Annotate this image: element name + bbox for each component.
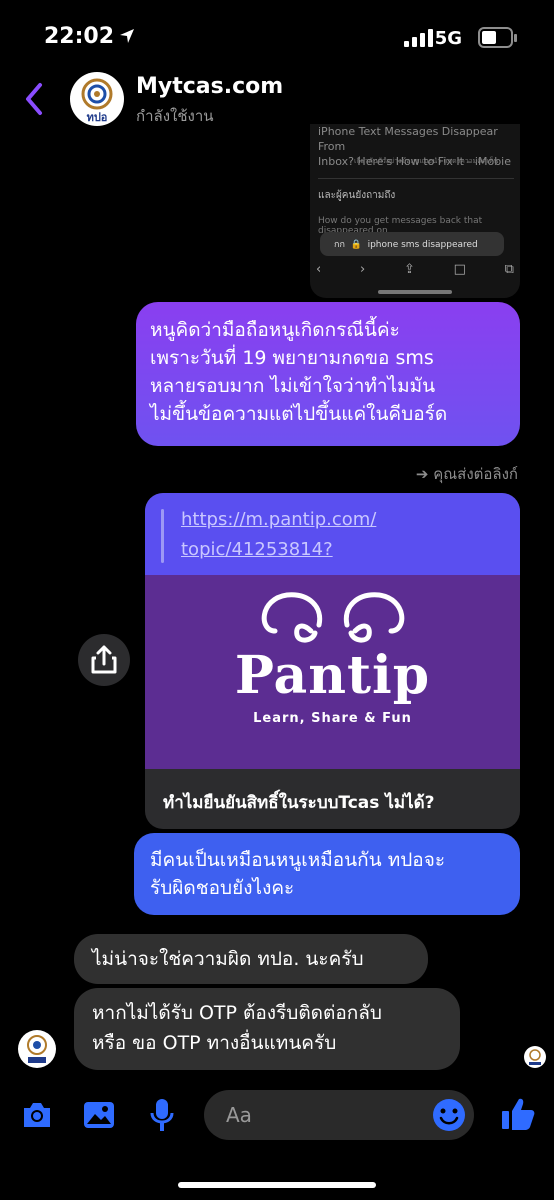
battery-icon xyxy=(478,27,517,48)
conversation-title[interactable]: Mytcas.com xyxy=(136,74,283,99)
mic-icon[interactable] xyxy=(148,1097,176,1133)
avatar-text: ทปอ xyxy=(86,111,108,124)
share-icon xyxy=(91,645,117,674)
link-title: ทำไมยืนยันสิทธิ์ในระบบTcas ไม่ได้? xyxy=(163,793,435,813)
seal-logo xyxy=(529,1049,541,1065)
message-line: เพราะวันที่ 19 พยายามกดขอ sms xyxy=(150,347,434,369)
address-prefix: กก xyxy=(334,240,345,250)
message-line: ไม่น่าจะใช่ความผิด ทปอ. นะครับ xyxy=(92,948,364,970)
message-line: หนูคิดว่ามือถือหนูเกิดกรณีนี้ค่ะ xyxy=(150,319,400,341)
home-indicator xyxy=(378,290,452,294)
avatar[interactable]: ทปอ xyxy=(70,72,124,126)
message-line: รับผิดชอบยังไงคะ xyxy=(150,877,295,899)
lock-icon: 🔒 xyxy=(347,240,365,250)
seen-avatar xyxy=(524,1046,546,1068)
message-line: มีคนเป็นเหมือนหนูเหมือนกัน ทปอจะ xyxy=(150,849,446,871)
emoji-icon[interactable] xyxy=(432,1098,466,1132)
link-url[interactable]: https://m.pantip.com/ topic/41253814? xyxy=(181,505,376,565)
quote-bar xyxy=(161,509,164,563)
divider xyxy=(318,178,514,179)
message-line: หรือ ขอ OTP ทางอื่นแทนครับ xyxy=(92,1032,337,1054)
forward-icon: › xyxy=(359,262,366,277)
message-line: หากไม่ได้รับ OTP ต้องรีบติดต่อกลับ xyxy=(92,1002,382,1024)
screenshot-section: และผู้คนยังถามถึง xyxy=(318,190,396,201)
message-placeholder: Aa xyxy=(226,1103,252,1127)
screenshot-meta: เกี่ยวกับตัวอย่างข้อมูลแนะนำ แสดงความคิด… xyxy=(354,157,499,165)
signal-icon xyxy=(404,29,433,47)
address-text: iphone sms disappeared xyxy=(367,240,478,250)
brand-tagline: Learn, Share & Fun xyxy=(253,711,412,726)
seal-logo xyxy=(27,1035,47,1063)
screenshot-address-bar: กก 🔒 iphone sms disappeared xyxy=(320,232,504,256)
thumbs-up-icon[interactable] xyxy=(500,1096,536,1132)
back-icon: ‹ xyxy=(316,262,322,277)
home-indicator xyxy=(178,1182,376,1188)
active-status: กำลังใช้งาน xyxy=(136,107,214,125)
link-preview-image: Pantip Learn, Share & Fun xyxy=(145,575,520,769)
back-chevron-icon[interactable] xyxy=(24,82,44,116)
forward-arrow-icon: ➔ xyxy=(415,465,429,483)
share-icon: ⇪ xyxy=(403,262,415,277)
screenshot-toolbar: ‹ › ⇪ □ ⧉ xyxy=(316,262,514,277)
shared-screenshot[interactable]: iPhone Text Messages Disappear From Inbo… xyxy=(310,124,520,298)
link-url-section: https://m.pantip.com/ topic/41253814? xyxy=(145,493,520,575)
image-icon[interactable] xyxy=(82,1100,116,1130)
location-arrow-icon xyxy=(120,29,134,43)
status-time: 22:02 xyxy=(44,24,115,49)
bookmarks-icon: □ xyxy=(453,262,466,277)
message-line: ไม่ขึ้นข้อความแต่ไปขึ้นแค่ในคีบอร์ด xyxy=(150,403,448,425)
sender-avatar[interactable] xyxy=(18,1030,56,1068)
link-preview-card[interactable]: https://m.pantip.com/ topic/41253814? Pa… xyxy=(145,493,520,829)
pantip-logo-mark xyxy=(261,592,405,643)
message-input[interactable]: Aa xyxy=(204,1090,474,1140)
camera-icon[interactable] xyxy=(20,1100,54,1130)
tabs-icon: ⧉ xyxy=(504,262,514,277)
share-button[interactable] xyxy=(78,634,130,686)
message-line: หลายรอบมาก ไม่เข้าใจว่าทำไมมัน xyxy=(150,375,436,397)
forward-label: ➔ คุณส่งต่อลิงก์ xyxy=(415,465,518,483)
network-label: 5G xyxy=(434,28,462,49)
brand-name: Pantip xyxy=(234,645,431,706)
